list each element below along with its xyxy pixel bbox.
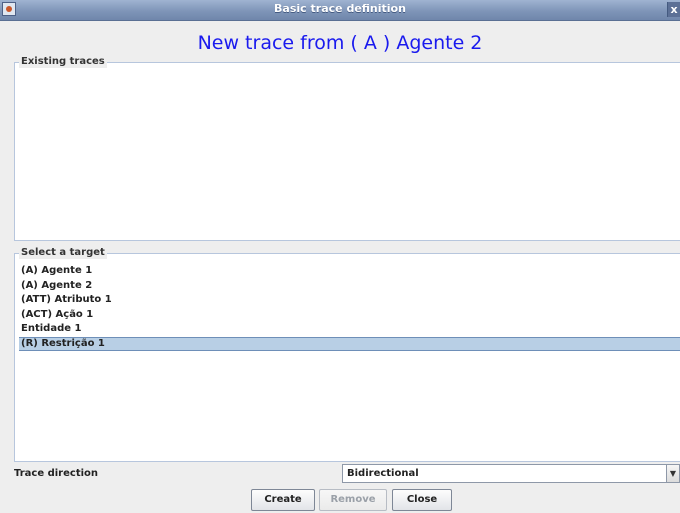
list-item[interactable]: (A) Agente 2 (19, 279, 680, 294)
chevron-down-icon[interactable]: ▼ (666, 465, 679, 482)
list-item[interactable]: (ACT) Ação 1 (19, 308, 680, 323)
close-window-button[interactable]: x (667, 2, 680, 17)
select-target-panel: Select a target (A) Agente 1 (A) Agente … (14, 247, 680, 462)
trace-direction-label: Trace direction (14, 468, 99, 479)
window-title: Basic trace definition (274, 2, 406, 15)
select-target-label: Select a target (19, 247, 107, 259)
title-bar[interactable]: Basic trace definition x (0, 0, 680, 21)
existing-traces-panel: Existing traces (14, 56, 680, 241)
trace-dialog: Basic trace definition x New trace from … (0, 0, 680, 513)
target-list[interactable]: (A) Agente 1 (A) Agente 2 (ATT) Atributo… (19, 264, 680, 351)
trace-direction-value: Bidirectional (347, 468, 419, 479)
list-item[interactable]: (ATT) Atributo 1 (19, 293, 680, 308)
trace-direction-select[interactable]: Bidirectional ▼ (342, 464, 680, 483)
close-button[interactable]: Close (392, 489, 452, 511)
remove-button[interactable]: Remove (319, 489, 387, 511)
create-button[interactable]: Create (251, 489, 315, 511)
existing-traces-label: Existing traces (19, 56, 107, 68)
list-item[interactable]: (A) Agente 1 (19, 264, 680, 279)
list-item[interactable]: Entidade 1 (19, 322, 680, 337)
page-title: New trace from ( A ) Agente 2 (197, 32, 483, 54)
list-item-selected[interactable]: (R) Restrição 1 (19, 336, 680, 351)
